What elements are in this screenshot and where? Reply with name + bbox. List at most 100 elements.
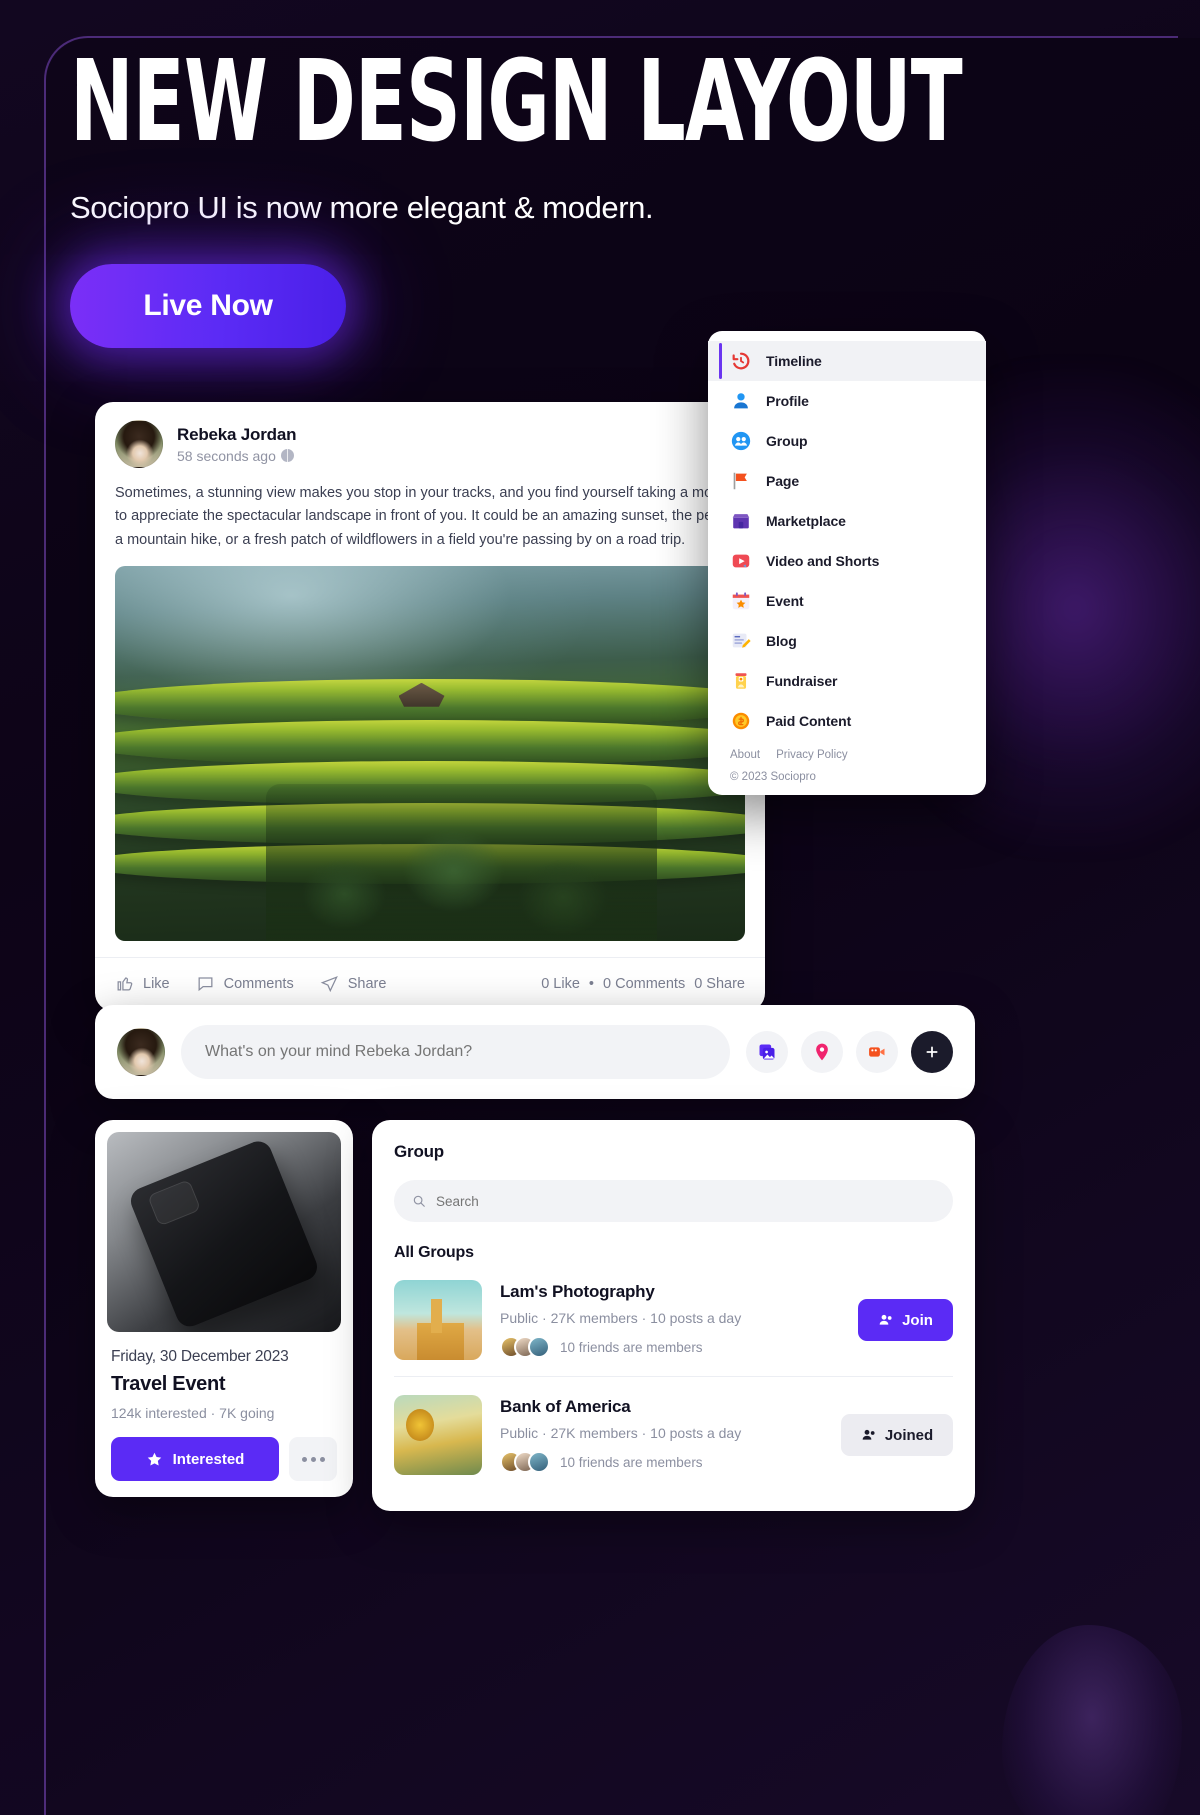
group-panel: Group All Groups Lam's Photography Publi… [372,1120,975,1511]
group-panel-title: Group [394,1142,444,1161]
table-row: Lam's Photography Public · 27K members ·… [394,1262,953,1377]
live-now-button[interactable]: Live Now [70,264,346,348]
menu-label: Event [766,593,804,609]
location-pin-icon [816,1043,828,1061]
menu-item-event[interactable]: Event [708,581,986,621]
search-icon [413,1195,425,1207]
event-more-button[interactable] [289,1437,337,1481]
event-meta: 124k interested · 7K going [111,1405,275,1421]
menu-item-marketplace[interactable]: Marketplace [708,501,986,541]
comment-bubble-icon [198,977,213,992]
share-count: 0 Share [694,975,745,992]
post-card: Rebeka Jordan 58 seconds ago Sometimes, … [95,402,765,1012]
dot [301,1456,307,1462]
menu-item-timeline[interactable]: Timeline [708,341,986,381]
menu-label: Profile [766,393,809,409]
privacy-policy-link[interactable]: Privacy Policy [776,749,848,761]
calendar-star-icon [732,592,750,610]
flag-icon [733,472,747,490]
share-label: Share [347,975,387,992]
share-arrow-icon [320,976,338,993]
menu-label: Paid Content [766,713,852,729]
join-button[interactable]: Join [858,1299,953,1341]
navigation-menu: Timeline Profile Group Page Marketplace [708,331,986,795]
composer-actions [746,1031,953,1073]
menu-item-group[interactable]: Group [708,421,986,461]
friends-label: 10 friends are members [560,1454,703,1470]
composer-input[interactable] [181,1025,730,1079]
menu-label: Marketplace [766,513,846,529]
post-header: Rebeka Jordan 58 seconds ago [95,402,765,476]
interested-label: Interested [172,1450,245,1468]
group-name: Bank of America [500,1397,631,1416]
interested-button[interactable]: Interested [111,1437,279,1481]
like-count: 0 Like [541,975,580,992]
group-friends: 10 friends are members [500,1451,823,1473]
post-body-text: Sometimes, a stunning view makes you sto… [115,485,745,548]
menu-label: Video and Shorts [766,553,880,569]
hero-subtitle: Sociopro UI is now more elegant & modern… [70,190,654,225]
copyright-text: © 2023 Sociopro [730,771,816,783]
hero-section: NEW DESIGN LAYOUT Sociopro UI is now mor… [70,45,963,348]
comments-button[interactable]: Comments [196,974,294,993]
person-check-icon [862,1429,875,1440]
comment-count: 0 Comments [603,975,686,992]
avatar [115,420,163,468]
all-groups-heading: All Groups [394,1244,474,1261]
event-card: Friday, 30 December 2023 Travel Event 12… [95,1120,353,1497]
avatar-stack [500,1451,550,1473]
share-button[interactable]: Share [320,974,387,993]
add-person-icon [879,1314,892,1325]
event-date: Friday, 30 December 2023 [111,1348,289,1365]
menu-label: Timeline [766,353,822,369]
menu-item-profile[interactable]: Profile [708,381,986,421]
menu-item-page[interactable]: Page [708,461,986,501]
trees-shape [266,783,657,942]
plus-icon [926,1046,938,1058]
page-title: NEW DESIGN LAYOUT [70,36,963,167]
event-image [107,1132,341,1332]
event-title: Travel Event [111,1373,226,1395]
menu-item-blog[interactable]: Blog [708,621,986,661]
dot [319,1456,325,1462]
join-label: Join [902,1311,933,1329]
post-author-name: Rebeka Jordan [177,424,297,444]
table-row: Bank of America Public · 27K members · 1… [394,1377,953,1491]
group-thumbnail [394,1280,482,1360]
like-button[interactable]: Like [115,974,170,993]
location-button[interactable] [801,1031,843,1073]
about-link[interactable]: About [730,749,760,761]
search-input[interactable] [436,1193,935,1209]
post-counts: 0 Like • 0 Comments 0 Share [541,976,745,992]
menu-item-paid-content[interactable]: Paid Content [708,701,986,741]
group-search[interactable] [394,1180,953,1222]
history-clock-icon [732,352,750,370]
friends-label: 10 friends are members [560,1339,703,1355]
photo-icon [759,1044,775,1060]
post-image [115,566,745,942]
more-button[interactable] [911,1031,953,1073]
donation-jar-icon [735,673,747,689]
like-label: Like [143,975,170,992]
post-composer [95,1005,975,1099]
store-icon [732,514,750,529]
photo-button[interactable] [746,1031,788,1073]
separator: • [588,975,594,992]
menu-item-fundraiser[interactable]: Fundraiser [708,661,986,701]
coin-icon [732,712,750,730]
video-button[interactable] [856,1031,898,1073]
person-icon [734,393,748,409]
composer-avatar [117,1028,165,1076]
menu-item-video-and-shorts[interactable]: Video and Shorts [708,541,986,581]
globe-icon [280,449,294,462]
post-time-text: 58 seconds ago [177,447,276,464]
blog-pencil-icon [732,633,751,648]
menu-label: Group [766,433,808,449]
dot [310,1456,316,1462]
avatar-stack [500,1336,550,1358]
joined-button[interactable]: Joined [841,1414,953,1456]
star-icon [147,1452,161,1466]
group-meta: Public · 27K members · 10 posts a day [500,1425,742,1441]
group-people-icon [731,431,751,451]
group-thumbnail [394,1395,482,1475]
